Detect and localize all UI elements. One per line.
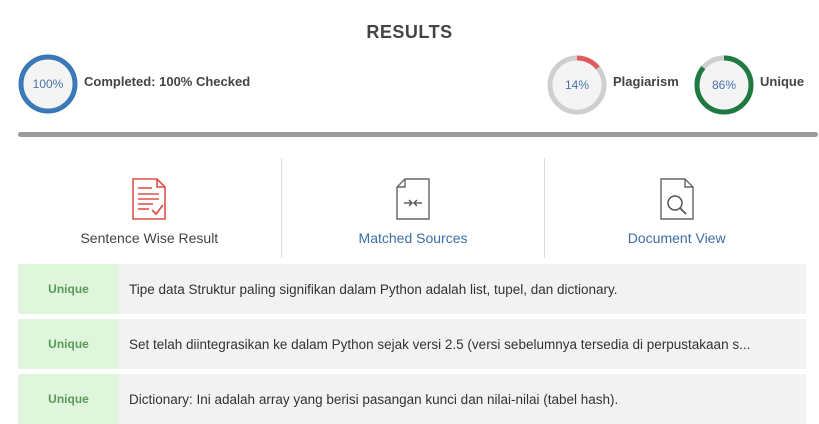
search-document-icon [659,178,694,220]
tab-document-view[interactable]: Document View [544,158,808,258]
result-view-tabs: Sentence Wise Result Matched Sources Doc… [18,158,808,258]
table-row[interactable]: Unique Set telah diintegrasikan ke dalam… [18,319,806,369]
unique-percent: 86% [711,78,737,92]
sentence-text: Set telah diintegrasikan ke dalam Python… [129,336,751,352]
unique-label: Unique [760,74,805,89]
tab-sentence-wise-result-label: Sentence Wise Result [80,230,219,246]
status-badge: Unique [18,319,119,369]
completed-label: Completed: 100% Checked [84,74,251,89]
sentence-text: Dictionary: Ini adalah array yang berisi… [129,391,619,407]
completed-percent: 100% [32,77,64,91]
plagiarism-label: Plagiarism [613,74,679,89]
summary-divider [18,132,818,137]
tab-document-view-label: Document View [627,230,726,246]
status-badge: Unique [18,374,119,424]
tab-sentence-wise-result[interactable]: Sentence Wise Result [18,158,281,258]
page-title: RESULTS [366,22,453,42]
compare-file-icon [396,178,430,220]
table-row[interactable]: Unique Dictionary: Ini adalah array yang… [18,374,806,424]
tab-matched-sources[interactable]: Matched Sources [280,158,545,258]
plagiarism-progress-ring: 14% [547,55,607,115]
tab-matched-sources-label: Matched Sources [358,230,468,246]
status-badge: Unique [18,264,119,314]
plagiarism-percent: 14% [564,78,590,92]
sentence-text: Tipe data Struktur paling signifikan dal… [129,281,618,297]
unique-progress-ring: 86% [694,55,754,115]
document-report-icon [132,178,167,220]
table-row[interactable]: Unique Tipe data Struktur paling signifi… [18,264,806,314]
completed-progress-ring: 100% [18,54,78,114]
sentence-results-list: Unique Tipe data Struktur paling signifi… [18,264,806,424]
